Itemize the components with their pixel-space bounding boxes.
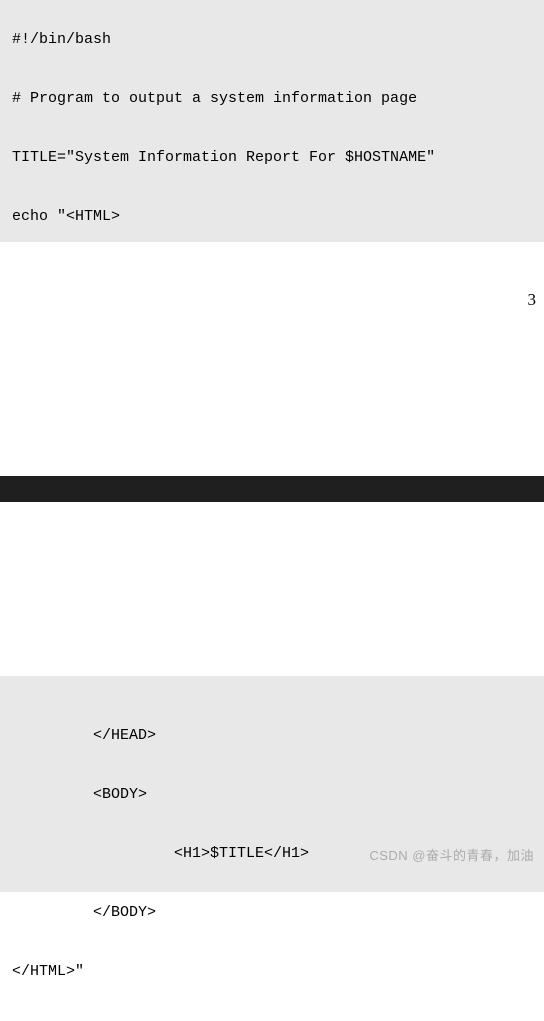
page-number-area: 3 xyxy=(0,242,544,476)
code-line: #!/bin/bash xyxy=(12,30,532,50)
page-number: 3 xyxy=(528,290,537,310)
code-block-top: #!/bin/bash # Program to output a system… xyxy=(0,0,544,242)
code-line: </BODY> xyxy=(12,903,532,923)
code-line: </HEAD> xyxy=(12,726,532,746)
page-gap xyxy=(0,502,544,676)
code-line: <H1>$TITLE</H1> xyxy=(12,844,532,864)
code-line: echo "<HTML> xyxy=(12,207,532,227)
code-line: <BODY> xyxy=(12,785,532,805)
code-line: # Program to output a system information… xyxy=(12,89,532,109)
code-line: TITLE="System Information Report For $HO… xyxy=(12,148,532,168)
code-line: </HTML>" xyxy=(12,962,532,982)
divider-band xyxy=(0,476,544,502)
code-block-bottom: </HEAD> <BODY> <H1>$TITLE</H1> </BODY> <… xyxy=(0,676,544,892)
